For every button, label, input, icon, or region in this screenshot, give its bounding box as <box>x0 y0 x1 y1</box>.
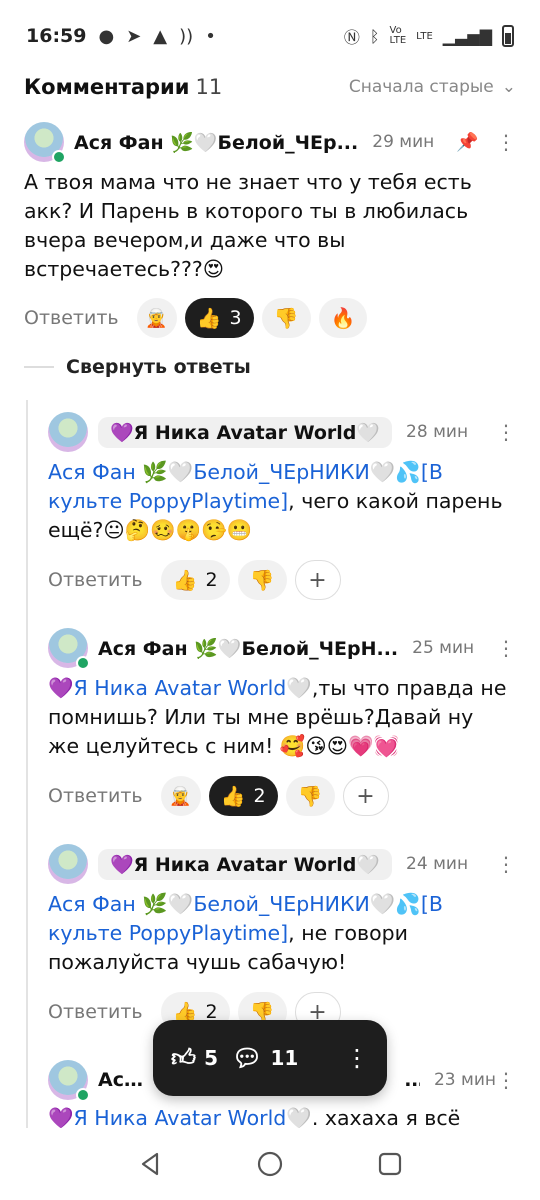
like-button[interactable]: 👍 3 <box>184 298 254 338</box>
comment-author-tail: ... <box>404 1069 420 1091</box>
comment-bubble-icon: 💬︎ <box>232 1044 263 1072</box>
telegram-icon: ➤ <box>126 25 142 47</box>
sort-dropdown[interactable]: Сначала старые ⌄ <box>349 77 516 97</box>
comment-time: 25 мин <box>412 638 475 658</box>
thumbs-down-icon: 👎 <box>297 784 323 808</box>
thumbs-up-icon: 👍 <box>220 784 246 808</box>
collapse-replies-button[interactable]: Свернуть ответы <box>24 356 251 378</box>
page-title: Комментарии <box>24 75 190 99</box>
status-time: 16:59 <box>26 25 87 47</box>
comment-time: 29 мин <box>372 132 435 152</box>
add-reaction-button[interactable]: + <box>294 560 341 600</box>
plus-icon: + <box>356 783 375 809</box>
avatar[interactable] <box>48 1060 90 1102</box>
comment-time: 28 мин <box>406 422 469 442</box>
thumbs-down-icon: 👎 <box>273 306 299 330</box>
avatar[interactable] <box>48 412 88 452</box>
like-button[interactable]: 👍 2 <box>208 776 278 816</box>
more-options-icon[interactable]: ⋮ <box>496 638 516 658</box>
dislike-button[interactable]: 👎 <box>285 776 335 816</box>
back-nav-icon[interactable] <box>135 1149 165 1179</box>
comments-button[interactable]: 💬︎ 11 <box>232 1044 298 1072</box>
thumbs-down-icon: 👎 <box>249 568 275 592</box>
dislike-button[interactable]: 👎 <box>237 560 287 600</box>
warning-icon: ▲ <box>153 25 168 47</box>
sort-label: Сначала старые <box>348 77 494 97</box>
add-reaction-button[interactable]: + <box>342 776 389 816</box>
reply-button[interactable]: Ответить <box>48 1001 143 1023</box>
signal-lte-icon: LTE <box>416 30 433 42</box>
online-indicator <box>52 150 66 164</box>
more-options-icon[interactable]: ⋮ <box>496 854 516 874</box>
fire-reaction-button[interactable]: 🔥 <box>318 298 368 338</box>
comment-time: 24 мин <box>406 854 469 874</box>
comment-author[interactable]: Ася Ф <box>98 1069 144 1091</box>
post-like-count: 5 <box>204 1046 219 1070</box>
thumbs-up-outline-icon: 👍︎ <box>171 1043 197 1072</box>
reactor-avatar[interactable]: 🧝 <box>160 776 201 816</box>
collapse-label: Свернуть ответы <box>66 356 251 378</box>
comment-time: 23 мин <box>433 1070 496 1090</box>
comment-text: Ася Фан 🌿🤍Белой_ЧЕрНИКИ🤍💦[В культе Poppy… <box>48 458 508 545</box>
thumbs-up-icon: 👍 <box>196 306 222 330</box>
rss-icon: )) <box>179 25 194 47</box>
dot-icon: • <box>205 25 216 47</box>
divider <box>24 366 54 368</box>
reply-button[interactable]: Ответить <box>48 569 143 591</box>
avatar[interactable] <box>48 628 90 670</box>
thumbs-up-icon: 👍 <box>172 568 198 592</box>
mention-link[interactable]: 💜Я Ника Avatar World🤍 <box>48 1106 312 1130</box>
more-options-icon[interactable]: ⋮ <box>496 1070 516 1090</box>
avatar[interactable] <box>24 122 66 164</box>
volte-icon: Vo LTE <box>389 25 407 46</box>
status-bar: 16:59 ● ➤ ▲ )) • Ⓝ ᛒ Vo LTE LTE ▁▃▅▇ <box>0 0 540 72</box>
like-count: 3 <box>229 307 242 329</box>
comment-text: А твоя мама что не знает что у тебя есть… <box>24 170 472 281</box>
system-nav-bar <box>0 1128 540 1200</box>
more-options-icon[interactable]: ⋮ <box>496 422 516 442</box>
comments-header: Комментарии 11 Сначала старые ⌄ <box>0 72 540 102</box>
plus-icon: + <box>308 567 327 593</box>
online-indicator <box>76 656 90 670</box>
comment-body: . хахаха я всё <box>311 1106 461 1130</box>
floating-action-bar: 👍︎ 5 💬︎ 11 ⋮ <box>153 1020 387 1096</box>
nfc-icon: Ⓝ <box>343 28 360 47</box>
battery-icon <box>502 25 514 47</box>
like-post-button[interactable]: 👍︎ 5 <box>171 1044 218 1073</box>
home-nav-icon[interactable] <box>255 1149 285 1179</box>
comment-author[interactable]: Ася Фан 🌿🤍Белой_ЧЕрН... <box>98 637 398 660</box>
like-button[interactable]: 👍 2 <box>160 560 230 600</box>
dislike-button[interactable]: 👎 <box>261 298 311 338</box>
comment-text: Ася Фан 🌿🤍Белой_ЧЕрНИКИ🤍💦[В культе Poppy… <box>48 890 508 977</box>
comment-author[interactable]: Ася Фан 🌿🤍Белой_ЧЕр... <box>74 131 358 154</box>
recents-nav-icon[interactable] <box>375 1149 405 1179</box>
signal-icon: ▁▃▅▇ <box>442 26 492 46</box>
pin-icon: 📌 <box>456 131 479 153</box>
reactor-avatar[interactable]: 🧝 <box>136 298 177 338</box>
reply-button[interactable]: Ответить <box>24 307 119 329</box>
reply-button[interactable]: Ответить <box>48 785 143 807</box>
chevron-down-icon: ⌄ <box>501 77 516 97</box>
fire-icon: 🔥 <box>330 306 356 330</box>
like-count: 2 <box>205 569 218 591</box>
thread-line <box>26 400 28 1130</box>
comment-author[interactable]: 💜Я Ника Avatar World🤍 <box>98 848 393 880</box>
like-count: 2 <box>253 785 266 807</box>
more-options-icon[interactable]: ⋮ <box>345 1046 369 1070</box>
comments-count: 11 <box>195 75 223 99</box>
comment-author[interactable]: 💜Я Ника Avatar World🤍 <box>98 416 393 448</box>
more-options-icon[interactable]: ⋮ <box>496 132 516 152</box>
post-comment-count: 11 <box>270 1046 299 1070</box>
comment-text: 💜Я Ника Avatar World🤍,ты что правда не п… <box>48 674 508 761</box>
bluetooth-icon: ᛒ <box>369 26 380 46</box>
avatar[interactable] <box>48 844 88 884</box>
chat-icon: ● <box>98 25 115 47</box>
mention-link[interactable]: 💜Я Ника Avatar World🤍 <box>48 676 312 700</box>
online-indicator <box>76 1088 90 1102</box>
